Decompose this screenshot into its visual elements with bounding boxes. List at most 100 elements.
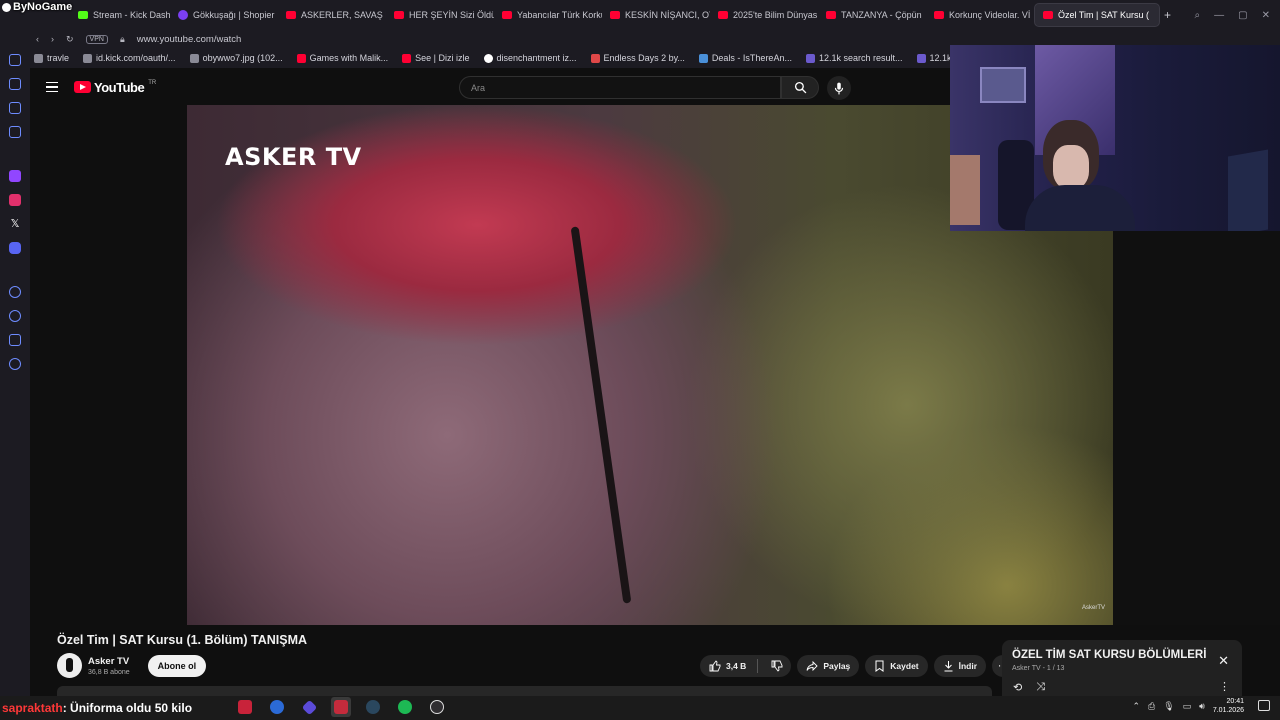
search-input[interactable]: Ara xyxy=(459,76,781,99)
playlist-more-icon[interactable]: ⋮ xyxy=(1219,680,1230,693)
channel-avatar[interactable] xyxy=(57,653,82,678)
youtube-logo[interactable]: YouTube TR xyxy=(74,80,156,95)
valorant-icon xyxy=(238,700,252,714)
chevron-up-icon[interactable]: ⌃ xyxy=(1132,701,1140,712)
taskbar-app-valorant[interactable] xyxy=(235,697,255,717)
search-button[interactable] xyxy=(781,76,819,99)
forward-icon[interactable]: › xyxy=(51,34,54,44)
download-button[interactable]: İndir xyxy=(933,655,987,677)
youtube-play-icon xyxy=(74,81,91,93)
thumbs-up-icon xyxy=(709,660,721,672)
twitch-icon[interactable] xyxy=(9,170,21,182)
loop-icon[interactable]: ⟲ xyxy=(1013,681,1022,694)
taskbar-app-browser[interactable] xyxy=(331,697,351,717)
share-icon xyxy=(806,660,818,672)
video-title: Özel Tim | SAT Kursu (1. Bölüm) TANIŞMA xyxy=(57,633,308,647)
search-tabs-icon[interactable]: ⌕ xyxy=(1195,10,1201,21)
messenger-icon[interactable] xyxy=(9,126,21,138)
webcam-overlay xyxy=(950,45,1280,231)
taskbar-app-battlenet[interactable] xyxy=(267,697,287,717)
youtube-icon xyxy=(402,53,412,63)
bookmark-endless-days[interactable]: Endless Days 2 by... xyxy=(590,53,685,63)
volume-icon[interactable]: 🔊︎ xyxy=(1199,701,1205,712)
steam-icon xyxy=(366,700,380,714)
bookmark-see-dizi[interactable]: See | Dizi izle xyxy=(402,53,470,63)
history-icon[interactable] xyxy=(9,310,21,322)
video-actions: 3,4 B Paylaş Kaydet İndir ⋯ xyxy=(700,655,1015,677)
settings-icon[interactable] xyxy=(9,358,21,370)
bookmark-kick-oauth[interactable]: id.kick.com/oauth/... xyxy=(83,53,176,63)
save-button[interactable]: Kaydet xyxy=(865,655,928,677)
tab-shopier[interactable]: Gökkuşağı | Shopier xyxy=(170,3,278,27)
playlist-title[interactable]: ÖZEL TİM SAT KURSU BÖLÜMLERİ xyxy=(1012,649,1232,661)
tab-askerler[interactable]: ASKERLER, SAVAŞ Fİ xyxy=(278,3,386,27)
shopier-icon xyxy=(178,10,188,20)
bookmark-travle[interactable]: travle xyxy=(34,53,69,63)
instagram-icon[interactable] xyxy=(9,194,21,206)
tab-keskin-nisanci[interactable]: KESKİN NİŞANCI, OY xyxy=(602,3,710,27)
tab-korkunc-videolar[interactable]: Korkunç Videolar. Vİ xyxy=(926,3,1034,27)
maximize-icon[interactable]: ▢ xyxy=(1238,10,1247,21)
system-tray: ⌃ ⎙ 🎙︎ ▭ 🔊︎ 20:41 7.01.2026 xyxy=(1132,697,1244,715)
taskbar-app-steam[interactable] xyxy=(363,697,383,717)
tab-bilim-dunyasi[interactable]: 2025'te Bilim Dünyası xyxy=(710,3,818,27)
bookmark-obywwo7[interactable]: obywwo7.jpg (102... xyxy=(189,53,283,63)
browser-tab-bar: Stream - Kick Dashbo Gökkuşağı | Shopier… xyxy=(0,0,1280,30)
microphone-tray-icon[interactable]: 🎙︎ xyxy=(1163,701,1174,712)
taskbar-app-spotify[interactable] xyxy=(395,697,415,717)
new-tab-button[interactable]: + xyxy=(1160,3,1175,27)
tab-ozel-tim-active[interactable]: Özel Tim | SAT Kursu ( xyxy=(1034,3,1160,27)
subscriber-count: 36,8 B abone xyxy=(88,668,130,676)
bookmark-icon xyxy=(875,660,884,672)
bookmark-disenchantment[interactable]: disenchantment iz... xyxy=(483,53,577,63)
url-field[interactable]: www.youtube.com/watch xyxy=(137,34,242,45)
obs-icon xyxy=(430,700,444,714)
vpn-badge[interactable]: VPN xyxy=(85,34,108,44)
crypto-wallet-icon[interactable] xyxy=(9,78,21,90)
aria-icon[interactable] xyxy=(9,54,21,66)
bag-icon[interactable] xyxy=(9,102,21,114)
channel-name[interactable]: Asker TV xyxy=(88,656,130,667)
youtube-icon xyxy=(502,11,512,19)
tab-yabancilar[interactable]: Yabancılar Türk Korku xyxy=(494,3,602,27)
subscribe-button[interactable]: Abone ol xyxy=(147,654,207,677)
discord-icon[interactable] xyxy=(9,242,21,254)
device-icon[interactable]: ⎙ xyxy=(1148,701,1155,712)
dislike-button[interactable] xyxy=(763,660,791,672)
notification-icon[interactable] xyxy=(1258,700,1270,711)
microphone-icon xyxy=(834,82,844,94)
player-icon[interactable] xyxy=(9,286,21,298)
bookmark-games-with-malik[interactable]: Games with Malik... xyxy=(296,53,388,63)
close-window-icon[interactable]: ✕ xyxy=(1262,10,1270,21)
description-box[interactable] xyxy=(57,686,992,696)
shuffle-icon[interactable]: ⤨ xyxy=(1036,681,1045,694)
youtube-icon xyxy=(718,11,728,19)
search-result-icon xyxy=(805,53,815,63)
bookmark-search-results-1[interactable]: 12.1k search result... xyxy=(805,53,903,63)
chat-username: sapraktath xyxy=(2,701,63,715)
share-button[interactable]: Paylaş xyxy=(797,655,860,677)
itch-icon xyxy=(590,53,600,63)
youtube-icon xyxy=(934,11,944,19)
voice-search-button[interactable] xyxy=(827,76,851,100)
minimize-icon[interactable]: — xyxy=(1214,10,1224,21)
close-icon[interactable]: ✕ xyxy=(1218,653,1229,669)
x-icon[interactable]: 𝕏 xyxy=(9,218,21,230)
spotify-icon xyxy=(398,700,412,714)
clock[interactable]: 20:41 7.01.2026 xyxy=(1213,697,1244,715)
like-button[interactable]: 3,4 B xyxy=(700,655,792,677)
youtube-icon xyxy=(286,11,296,19)
tab-her-seyin[interactable]: HER ŞEYİN Sizi Öldü xyxy=(386,3,494,27)
network-icon[interactable]: ▭ xyxy=(1183,701,1192,712)
reload-icon[interactable]: ↻ xyxy=(66,34,74,45)
bookmark-deals[interactable]: Deals - IsThereAn... xyxy=(698,53,792,63)
tab-kick-dashboard[interactable]: Stream - Kick Dashbo xyxy=(70,3,170,27)
extensions-icon[interactable] xyxy=(9,334,21,346)
back-icon[interactable]: ‹ xyxy=(36,34,39,44)
youtube-icon xyxy=(610,11,620,19)
menu-icon[interactable] xyxy=(46,81,58,93)
taskbar-app-obs[interactable] xyxy=(427,697,447,717)
youtube-icon xyxy=(826,11,836,19)
tab-tanzanya[interactable]: TANZANYA - Çöpün xyxy=(818,3,926,27)
taskbar-app-launcher[interactable] xyxy=(299,697,319,717)
